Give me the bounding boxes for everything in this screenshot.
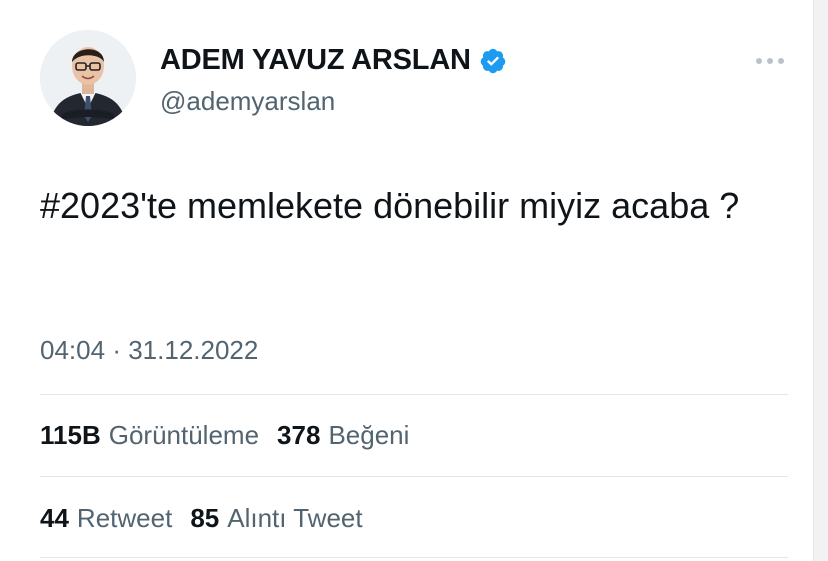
likes-label: Beğeni (328, 420, 410, 450)
retweets-label: Retweet (76, 503, 173, 533)
author-display-name[interactable]: ADEM YAVUZ ARSLAN (160, 44, 471, 77)
quotes-count: 85 (190, 503, 220, 533)
meta-separator: · (112, 335, 121, 365)
author-handle[interactable]: @ademyarslan (160, 86, 335, 117)
likes-count: 378 (277, 420, 321, 450)
divider (40, 476, 788, 477)
scroll-edge (813, 0, 828, 561)
retweets-stat[interactable]: 44 Retweet (40, 503, 172, 534)
views-stat[interactable]: 115B Görüntüleme (40, 420, 259, 451)
more-options-button[interactable] (748, 46, 792, 76)
tweet-text: #2023'te memlekete dönebilir miyiz acaba… (40, 185, 740, 226)
retweets-count: 44 (40, 503, 69, 533)
tweet-time: 04:04 (40, 335, 106, 365)
divider (40, 394, 788, 395)
stats-row-views-likes: 115B Görüntüleme 378 Beğeni (40, 420, 427, 451)
views-label: Görüntüleme (108, 420, 260, 450)
avatar-image (40, 30, 136, 126)
tweet-date: 31.12.2022 (128, 335, 259, 365)
views-count: 115B (40, 420, 101, 450)
more-horizontal-icon (756, 58, 784, 64)
verified-badge-icon[interactable] (479, 47, 507, 75)
quotes-label: Alıntı Tweet (227, 503, 363, 533)
stats-row-retweets-quotes: 44 Retweet 85 Alıntı Tweet (40, 503, 381, 534)
divider (40, 557, 788, 558)
quotes-stat[interactable]: 85 Alıntı Tweet (190, 503, 362, 534)
likes-stat[interactable]: 378 Beğeni (277, 420, 409, 451)
avatar[interactable] (40, 30, 136, 126)
author-name-row: ADEM YAVUZ ARSLAN (160, 44, 507, 77)
tweet-timestamp[interactable]: 04:04 · 31.12.2022 (40, 335, 258, 366)
